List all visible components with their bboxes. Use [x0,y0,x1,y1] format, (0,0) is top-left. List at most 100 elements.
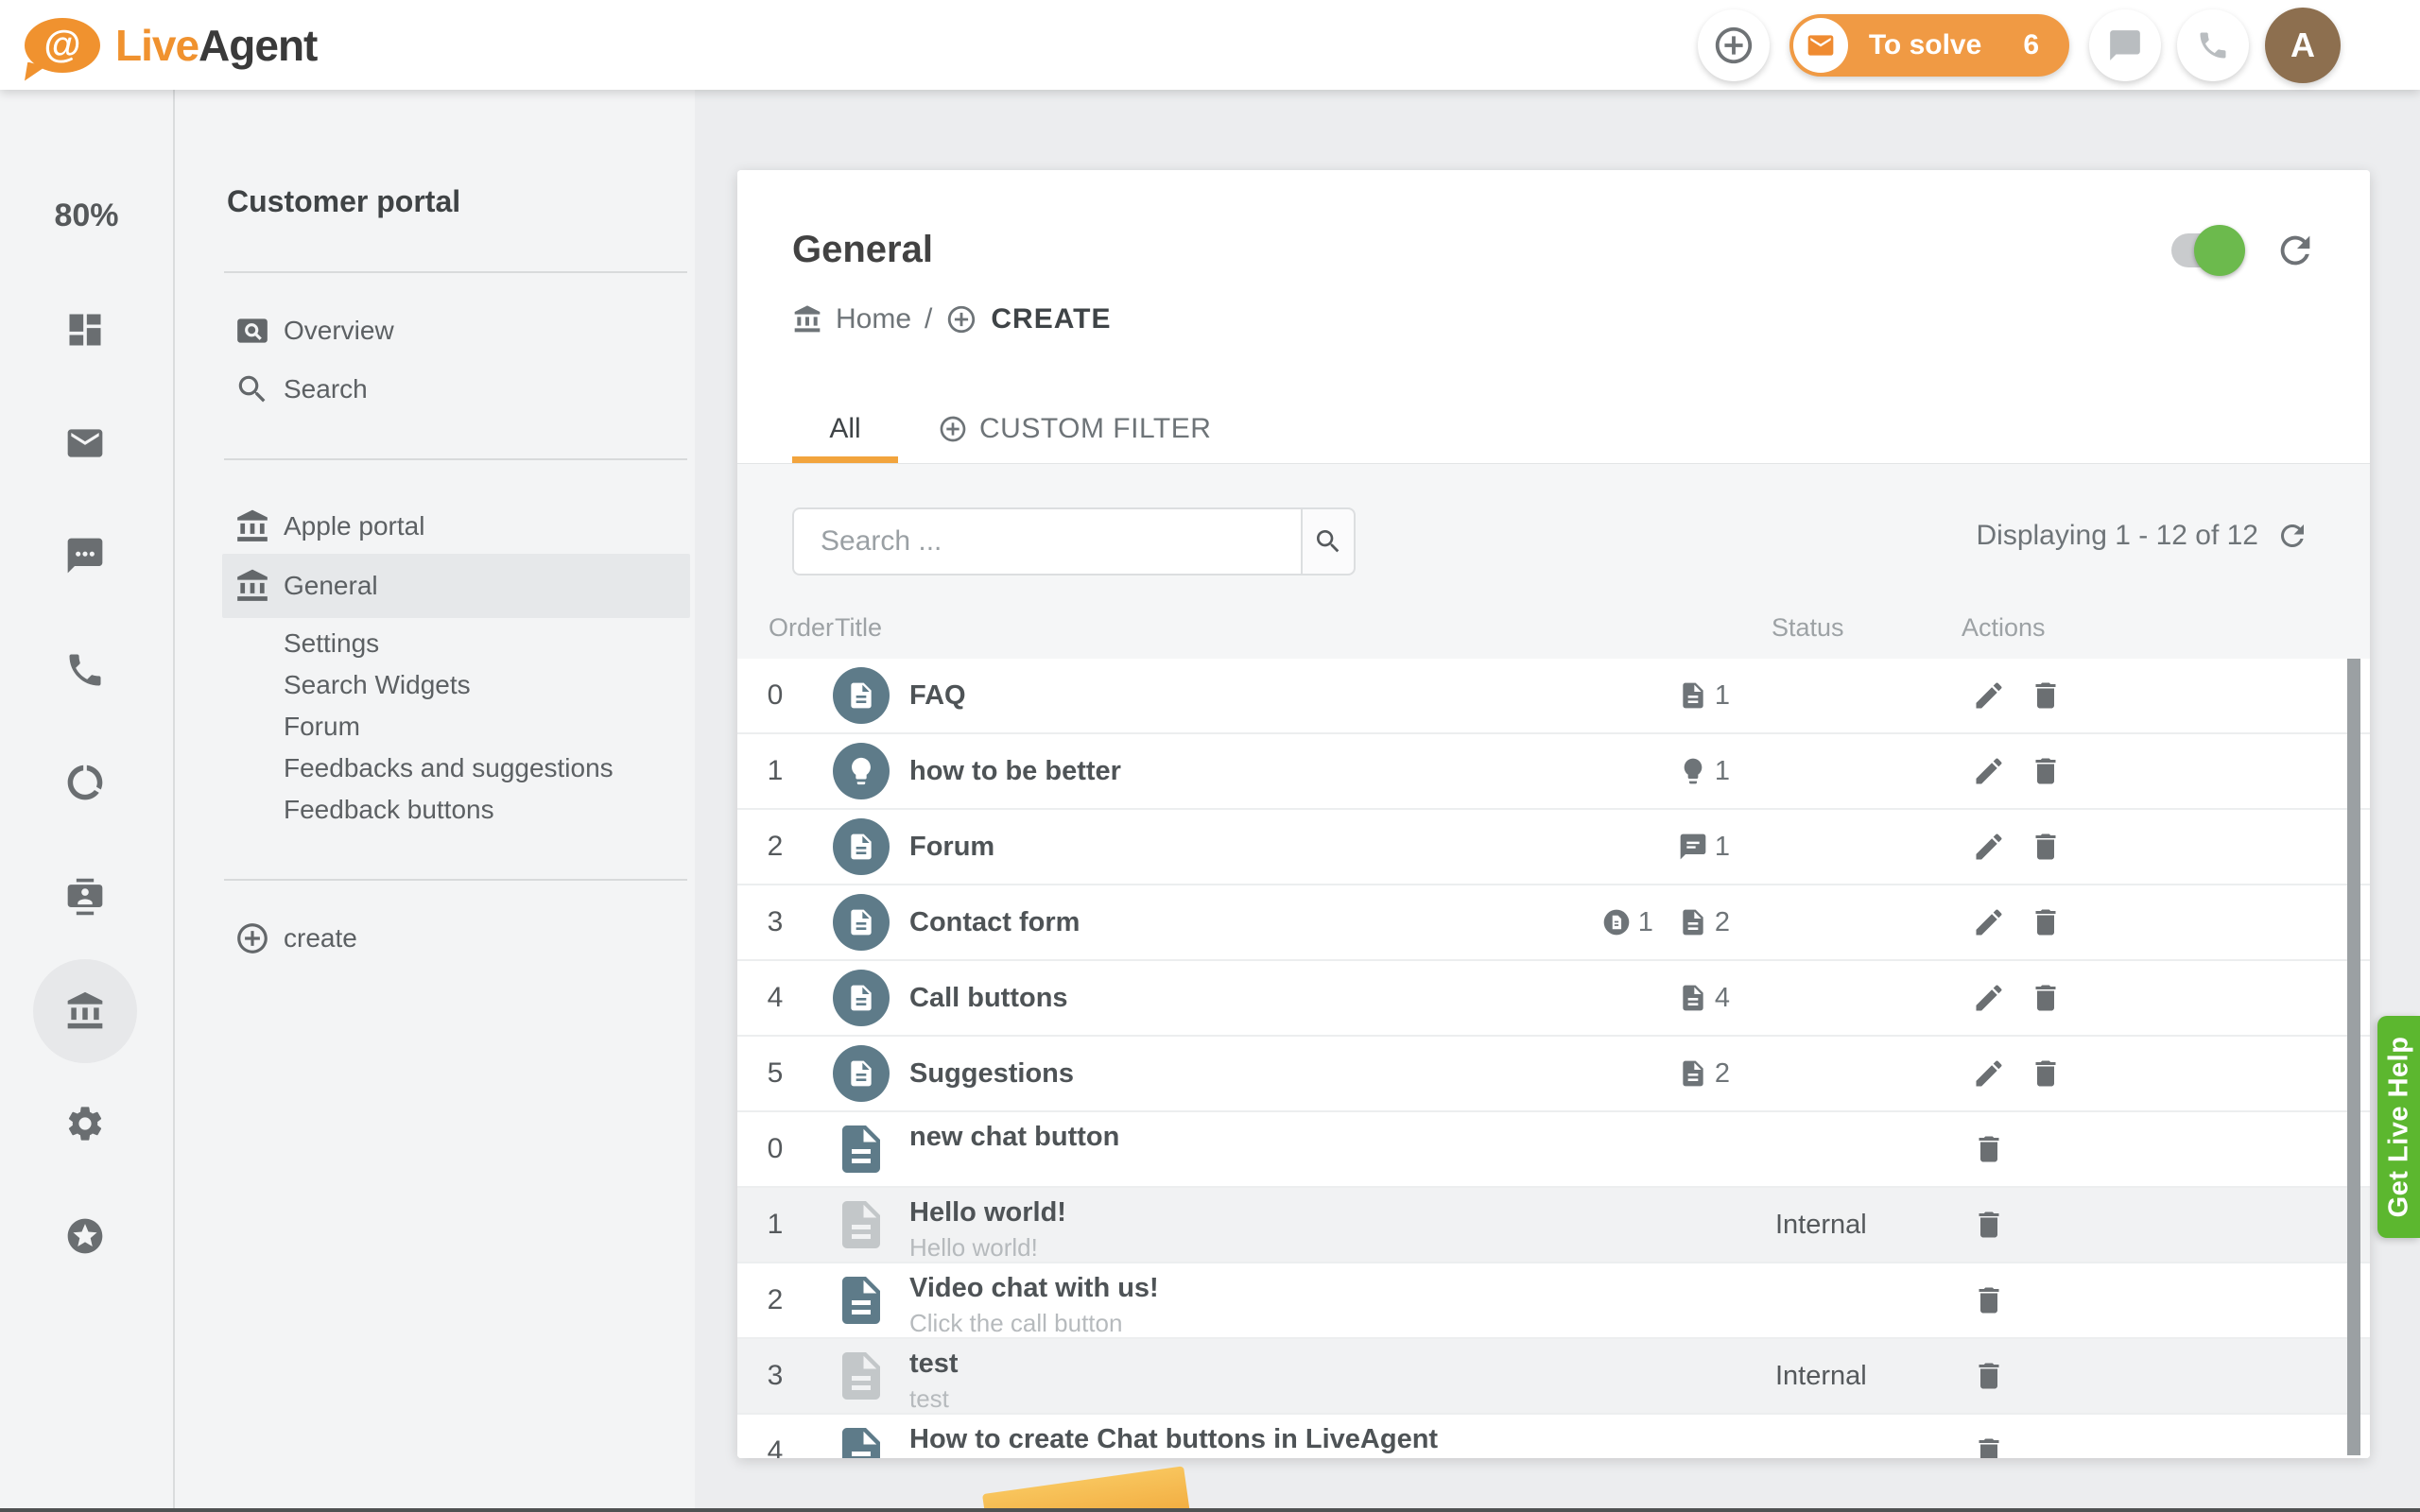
table-row[interactable]: 5Suggestions2 [737,1037,2370,1112]
brand-name: LiveAgent [115,20,317,71]
row-counts: 4 [1437,961,1730,1035]
row-title[interactable]: How to create Chat buttons in LiveAgent [909,1423,1401,1455]
sidebar-item-overview[interactable]: Overview [222,307,690,354]
row-title[interactable]: Call buttons [909,982,1068,1014]
table-row[interactable]: 1how to be better1 [737,734,2370,810]
edit-button[interactable] [1972,1057,2006,1091]
breadcrumb-home[interactable]: Home [836,303,911,335]
delete-button[interactable] [2029,905,2063,939]
mail-icon [1806,30,1836,60]
sidebar-item-apple-portal[interactable]: Apple portal [222,503,690,550]
row-subtitle: Click the call button [909,1309,1159,1337]
user-avatar[interactable]: A [2265,8,2341,83]
row-title[interactable]: Hello world! [909,1196,1066,1228]
row-title[interactable]: Forum [909,831,994,863]
column-header-status: Status [1772,613,1844,643]
delete-button[interactable] [1972,1359,2006,1393]
calls-button[interactable] [2177,9,2249,81]
delete-button[interactable] [2029,679,2063,713]
delete-button[interactable] [2029,1057,2063,1091]
rail-dashboard-icon[interactable] [64,309,106,351]
add-new-button[interactable] [1698,9,1770,81]
row-actions [1972,659,2063,732]
row-title[interactable]: FAQ [909,679,966,712]
rail-data-usage-icon[interactable] [64,762,106,803]
row-title[interactable]: Contact form [909,906,1080,938]
sidebar-item-feedbacks-and-suggestions[interactable]: Feedbacks and suggestions [222,745,690,792]
delete-button[interactable] [1972,1435,2006,1458]
table-row[interactable]: 4How to create Chat buttons in LiveAgent [737,1415,2370,1458]
get-live-help-button[interactable]: Get Live Help [2377,1016,2420,1238]
liveagent-logo[interactable]: @ LiveAgent [25,18,317,73]
tab-custom-filter[interactable]: CUSTOM FILTER [938,395,1211,463]
rail-portal-icon[interactable] [64,990,106,1032]
row-title[interactable]: Suggestions [909,1057,1074,1090]
sidebar-item-general[interactable]: General [222,554,690,618]
chats-button[interactable] [2089,9,2161,81]
idea-circle-icon [833,743,890,799]
doc-circle-icon [833,818,890,875]
rail-stars-icon[interactable] [64,1215,106,1257]
sidebar-divider [224,458,687,460]
edit-button[interactable] [1972,679,2006,713]
table-row[interactable]: 3 Contact form 12 [737,885,2370,961]
search-button[interactable] [1301,507,1356,576]
delete-button[interactable] [2029,830,2063,864]
row-counts: 12 [1437,885,1730,959]
table-row[interactable]: 0FAQ1 [737,659,2370,734]
to-solve-button[interactable]: To solve 6 [1789,14,2069,77]
search-row [792,507,1356,576]
rail-contact-card-icon[interactable] [64,876,106,918]
delete-button[interactable] [2029,981,2063,1015]
sidebar-item-create[interactable]: create [222,915,690,962]
table-row[interactable]: 0new chat button [737,1112,2370,1188]
sidebar-item-search-widgets[interactable]: Search Widgets [222,662,690,709]
delete-button[interactable] [1972,1283,2006,1317]
row-actions [1972,1415,2006,1458]
row-title[interactable]: how to be better [909,755,1121,787]
row-title[interactable]: test [909,1348,959,1380]
delete-button[interactable] [1972,1208,2006,1242]
document-sheet-icon [833,1272,890,1329]
row-order: 3 [737,885,813,959]
row-title[interactable]: Video chat with us! [909,1272,1159,1304]
rail-mail-icon[interactable] [64,422,106,464]
edit-button[interactable] [1972,905,2006,939]
delete-button[interactable] [1972,1132,2006,1166]
tab-all[interactable]: All [792,395,898,463]
sidebar-item-search[interactable]: Search [222,366,690,413]
icon-rail: 80% [0,90,175,1512]
pagination-info: Displaying 1 - 12 of 12 [1976,519,2309,553]
sidebar-item-forum[interactable]: Forum [222,703,690,750]
rail-chat-icon[interactable] [64,535,106,576]
row-actions [1972,1188,2006,1262]
edit-button[interactable] [1972,830,2006,864]
table-scrollbar[interactable] [2347,659,2360,1455]
doc-circle-icon [833,894,890,951]
table-row[interactable]: 1Hello world!Hello world!Internal [737,1188,2370,1263]
row-actions [1972,1037,2063,1110]
chat-bubble-icon [2107,27,2143,63]
portal-enabled-toggle[interactable] [2171,233,2238,267]
table-row[interactable]: 4Call buttons4 [737,961,2370,1037]
search-input[interactable] [792,507,1301,576]
sidebar-item-settings[interactable]: Settings [222,620,690,667]
refresh-icon[interactable] [2275,519,2309,553]
table-row[interactable]: 2Forum1 [737,810,2370,885]
row-title[interactable]: new chat button [909,1121,1119,1153]
breadcrumb: Home / CREATE [792,303,1112,335]
table-row[interactable]: 2Video chat with us!Click the call butto… [737,1263,2370,1339]
refresh-button[interactable] [2273,229,2317,272]
rail-phone-icon[interactable] [64,649,106,691]
table-row[interactable]: 3testtestInternal [737,1339,2370,1415]
edit-button[interactable] [1972,981,2006,1015]
sidebar-item-feedback-buttons[interactable]: Feedback buttons [222,786,690,833]
document-sheet-icon [833,1196,890,1253]
breadcrumb-create[interactable]: CREATE [991,303,1111,335]
count-doc: 1 [1678,680,1730,712]
delete-button[interactable] [2029,754,2063,788]
rail-settings-icon[interactable] [64,1103,106,1144]
edit-button[interactable] [1972,754,2006,788]
document-sheet-icon [833,1121,890,1177]
count-contact-doc: 1 [1601,907,1653,938]
